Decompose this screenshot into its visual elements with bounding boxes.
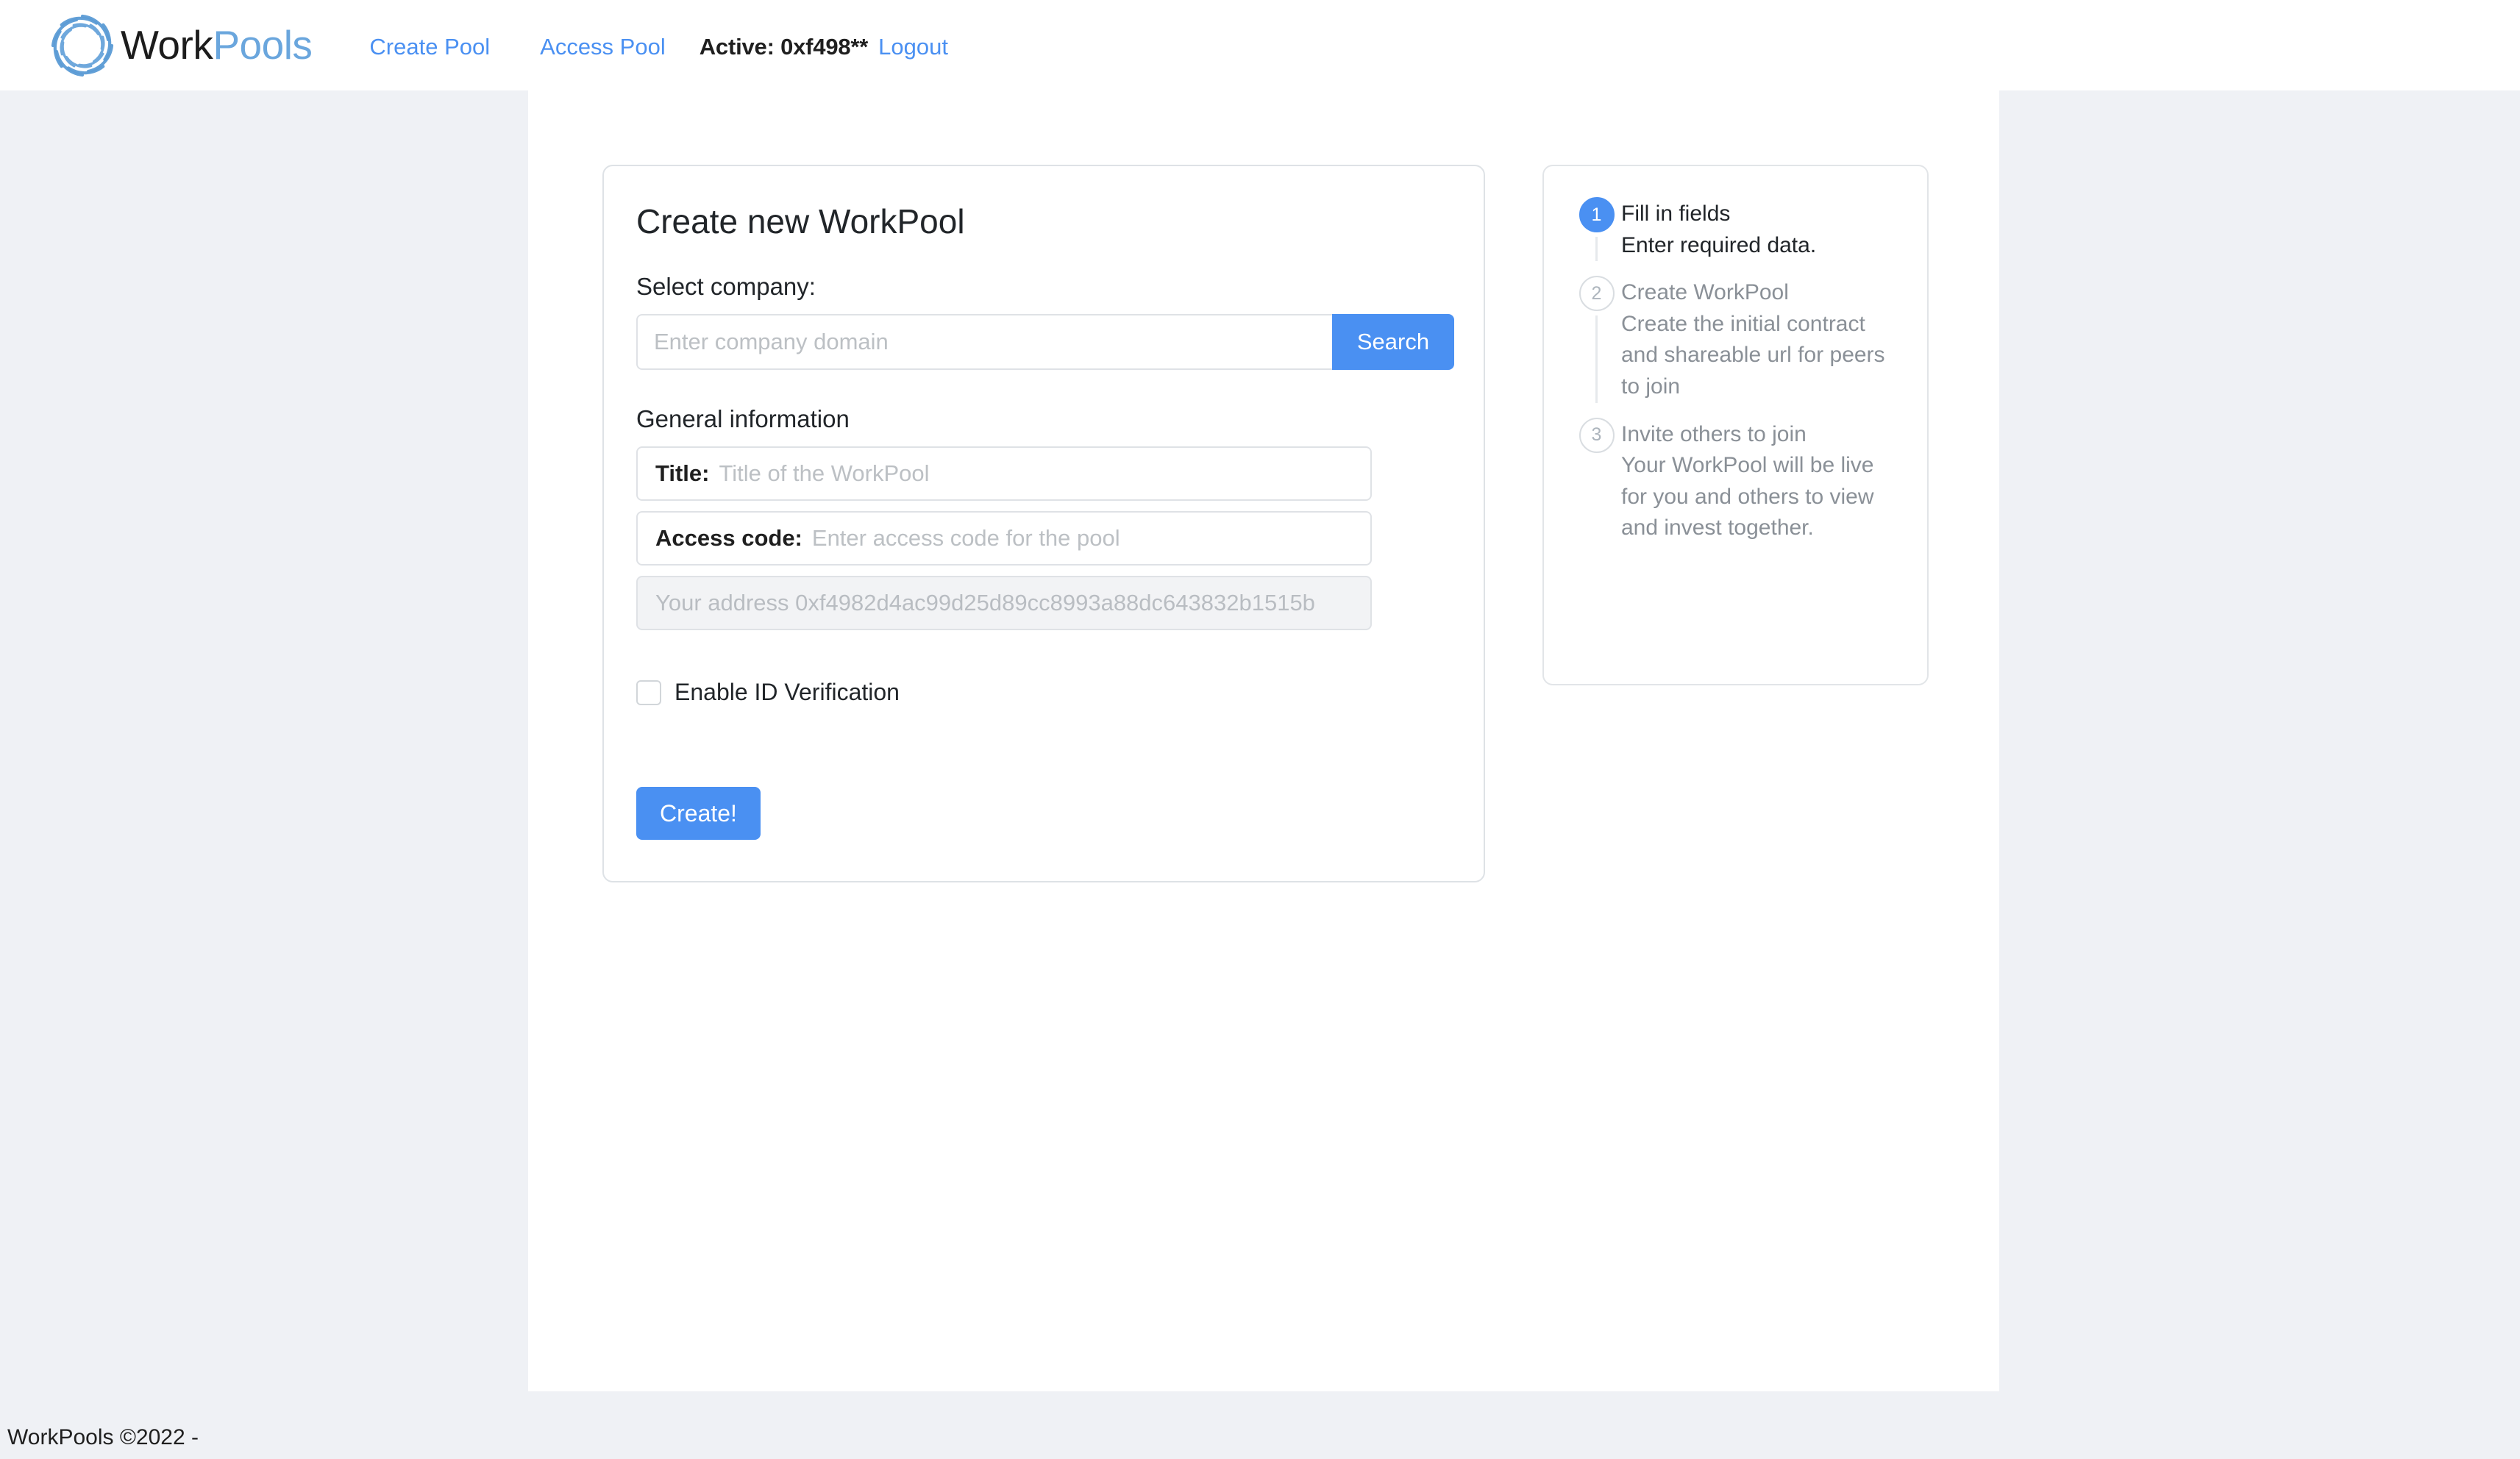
step-number-badge: 3 bbox=[1578, 417, 1615, 453]
select-company-label: Select company: bbox=[636, 273, 816, 301]
swirl-spiral-logo-icon bbox=[51, 14, 114, 76]
page-container: Create new WorkPool Select company: Sear… bbox=[528, 90, 1999, 1391]
page-title: Create new WorkPool bbox=[636, 202, 965, 240]
access-code-field-wrapper[interactable]: Access code: bbox=[636, 511, 1372, 566]
title-field-label: Title: bbox=[655, 460, 710, 487]
brand-name-secondary: Pools bbox=[213, 22, 313, 68]
brand-name-primary: Work bbox=[121, 22, 213, 68]
top-navbar: WorkPools Create Pool Access Pool Active… bbox=[0, 0, 2520, 90]
create-workpool-card: Create new WorkPool Select company: Sear… bbox=[602, 165, 1485, 883]
content-row: Create new WorkPool Select company: Sear… bbox=[602, 165, 1929, 883]
step-description: Your WorkPool will be live for you and o… bbox=[1621, 453, 1874, 541]
step-title: Create WorkPool bbox=[1621, 280, 1789, 305]
create-button[interactable]: Create! bbox=[636, 787, 761, 841]
step-marker: 3 bbox=[1573, 417, 1620, 544]
logout-link[interactable]: Logout bbox=[878, 34, 948, 60]
step-item: 1 Fill in fields Enter required data. bbox=[1573, 197, 1898, 276]
step-number-badge: 1 bbox=[1578, 197, 1615, 232]
enable-id-verification-row: Enable ID Verification bbox=[636, 679, 1451, 706]
brand-wordmark: WorkPools bbox=[121, 22, 313, 68]
access-code-input[interactable] bbox=[810, 524, 1353, 553]
step-body: Create WorkPool Create the initial contr… bbox=[1620, 276, 1904, 402]
step-title: Fill in fields bbox=[1621, 201, 1731, 226]
step-connector-line bbox=[1595, 237, 1598, 262]
nav-links: Create Pool Access Pool Active: 0xf498**… bbox=[341, 31, 948, 60]
step-description: Enter required data. bbox=[1621, 232, 1817, 257]
step-marker: 2 bbox=[1573, 276, 1620, 403]
step-body: Invite others to join Your WorkPool will… bbox=[1620, 418, 1904, 544]
access-code-field-label: Access code: bbox=[655, 525, 802, 552]
steps-panel: 1 Fill in fields Enter required data. 2 … bbox=[1542, 165, 1929, 685]
wallet-address-text: Your address 0xf4982d4ac99d25d89cc8993a8… bbox=[655, 590, 1315, 616]
brand-logo-link[interactable]: WorkPools bbox=[46, 0, 313, 90]
active-account-group: Active: 0xf498** Logout bbox=[700, 34, 948, 60]
title-input[interactable] bbox=[717, 460, 1353, 488]
nav-link-create-pool[interactable]: Create Pool bbox=[341, 34, 515, 60]
enable-id-verification-label: Enable ID Verification bbox=[675, 679, 900, 706]
wallet-address-readonly-field: Your address 0xf4982d4ac99d25d89cc8993a8… bbox=[636, 576, 1372, 631]
step-title: Invite others to join bbox=[1621, 421, 1807, 446]
step-item: 2 Create WorkPool Create the initial con… bbox=[1573, 276, 1898, 417]
enable-id-verification-checkbox[interactable] bbox=[636, 679, 661, 705]
general-information-label: General information bbox=[636, 405, 850, 433]
footer-copyright: WorkPools ©2022 - bbox=[7, 1425, 199, 1449]
step-connector-line bbox=[1595, 315, 1598, 403]
step-item: 3 Invite others to join Your WorkPool wi… bbox=[1573, 417, 1898, 559]
active-account-label: Active: 0xf498** bbox=[699, 33, 869, 60]
step-body: Fill in fields Enter required data. bbox=[1620, 197, 1904, 261]
step-connector-line bbox=[1595, 457, 1598, 544]
step-number-badge: 2 bbox=[1578, 276, 1615, 312]
company-domain-input[interactable] bbox=[636, 314, 1332, 371]
step-description: Create the initial contract and shareabl… bbox=[1621, 311, 1885, 399]
search-button[interactable]: Search bbox=[1332, 314, 1454, 371]
step-marker: 1 bbox=[1573, 197, 1620, 262]
nav-link-access-pool[interactable]: Access Pool bbox=[515, 34, 691, 60]
company-search-group: Search bbox=[636, 314, 1454, 371]
title-field-wrapper[interactable]: Title: bbox=[636, 446, 1372, 502]
